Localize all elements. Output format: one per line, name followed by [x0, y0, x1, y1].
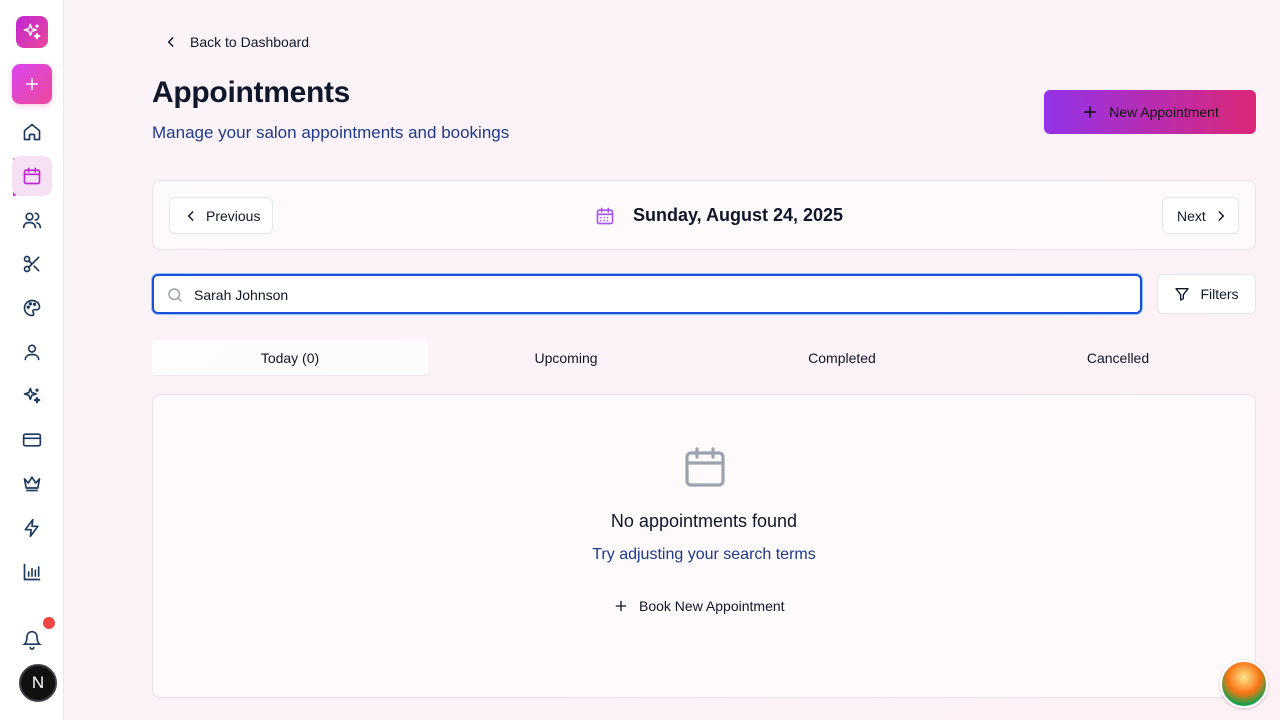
sparkles-icon	[22, 22, 42, 42]
calendar-icon	[22, 166, 42, 186]
empty-state-title: No appointments found	[610, 511, 798, 531]
tab-cancelled-label: Cancelled	[1086, 350, 1150, 366]
sidebar: N	[0, 0, 64, 720]
plus-icon	[23, 75, 41, 93]
search-box	[152, 274, 1142, 314]
assistant-avatar[interactable]	[1220, 660, 1268, 708]
zap-icon	[22, 518, 42, 538]
tab-cancelled[interactable]: Cancelled	[980, 340, 1256, 376]
sidebar-item-services[interactable]	[12, 244, 52, 284]
sidebar-item-payments[interactable]	[12, 420, 52, 460]
calendar-icon	[595, 206, 615, 226]
sidebar-item-reports[interactable]	[12, 552, 52, 592]
book-new-appointment-label: Book New Appointment	[639, 598, 785, 614]
tab-upcoming[interactable]: Upcoming	[428, 340, 704, 376]
chevron-left-icon	[164, 35, 178, 49]
back-link-label: Back to Dashboard	[190, 34, 310, 50]
back-to-dashboard-link[interactable]: Back to Dashboard	[164, 31, 309, 53]
plus-icon	[613, 598, 629, 614]
page-title: Appointments	[152, 76, 351, 109]
sidebar-item-ai[interactable]	[12, 376, 52, 416]
page-subtitle: Manage your salon appointments and booki…	[152, 123, 510, 142]
notification-badge	[43, 617, 55, 629]
avatar-initial: N	[31, 673, 45, 692]
bell-icon	[22, 630, 42, 650]
next-day-button[interactable]: Next	[1162, 197, 1239, 234]
sidebar-item-automations[interactable]	[12, 508, 52, 548]
current-date: Sunday, August 24, 2025	[595, 205, 843, 226]
quick-add-button[interactable]	[12, 64, 52, 104]
sidebar-item-styles[interactable]	[12, 288, 52, 328]
book-new-appointment-button[interactable]: Book New Appointment	[613, 594, 797, 618]
previous-label: Previous	[206, 207, 261, 224]
plus-icon	[1081, 103, 1099, 121]
previous-day-button[interactable]: Previous	[169, 197, 273, 234]
date-navigator: Previous Sunday, August 24, 2025 Next	[152, 180, 1256, 250]
bar-chart-icon	[22, 562, 42, 582]
sidebar-item-appointments[interactable]	[12, 156, 52, 196]
new-appointment-label: New Appointment	[1109, 104, 1219, 120]
filters-label: Filters	[1200, 286, 1239, 302]
tab-today-label: Today (0)	[260, 349, 320, 366]
chevron-left-icon	[184, 209, 198, 223]
sidebar-item-premium[interactable]	[12, 463, 52, 503]
tab-today[interactable]: Today (0)	[152, 340, 428, 376]
tab-completed-label: Completed	[808, 350, 876, 366]
crown-icon	[22, 473, 42, 493]
credit-card-icon	[22, 430, 42, 450]
calendar-icon	[681, 443, 729, 491]
sparkles-icon	[22, 386, 42, 406]
current-date-text: Sunday, August 24, 2025	[633, 205, 844, 225]
palette-icon	[22, 298, 42, 318]
app-logo[interactable]	[16, 16, 48, 48]
filter-icon	[1174, 286, 1190, 302]
users-icon	[22, 210, 42, 230]
user-avatar[interactable]: N	[19, 664, 57, 702]
next-label: Next	[1177, 207, 1206, 224]
search-icon	[166, 286, 184, 304]
tab-completed[interactable]: Completed	[704, 340, 980, 376]
new-appointment-button[interactable]: New Appointment	[1044, 90, 1256, 134]
user-icon	[22, 342, 42, 362]
appointment-tabs: Today (0) Upcoming Completed Cancelled	[152, 340, 1256, 376]
empty-state-subtitle: Try adjusting your search terms	[592, 546, 816, 563]
chevron-right-icon	[1214, 209, 1228, 223]
home-icon	[22, 122, 42, 142]
sidebar-item-profile[interactable]	[12, 332, 52, 372]
search-input[interactable]	[194, 284, 1124, 306]
sidebar-item-home[interactable]	[12, 112, 52, 152]
tab-upcoming-label: Upcoming	[534, 350, 598, 366]
sidebar-item-clients[interactable]	[12, 200, 52, 240]
filters-button[interactable]: Filters	[1157, 274, 1256, 314]
empty-state-card: No appointments found Try adjusting your…	[152, 394, 1256, 698]
scissors-icon	[22, 254, 42, 274]
